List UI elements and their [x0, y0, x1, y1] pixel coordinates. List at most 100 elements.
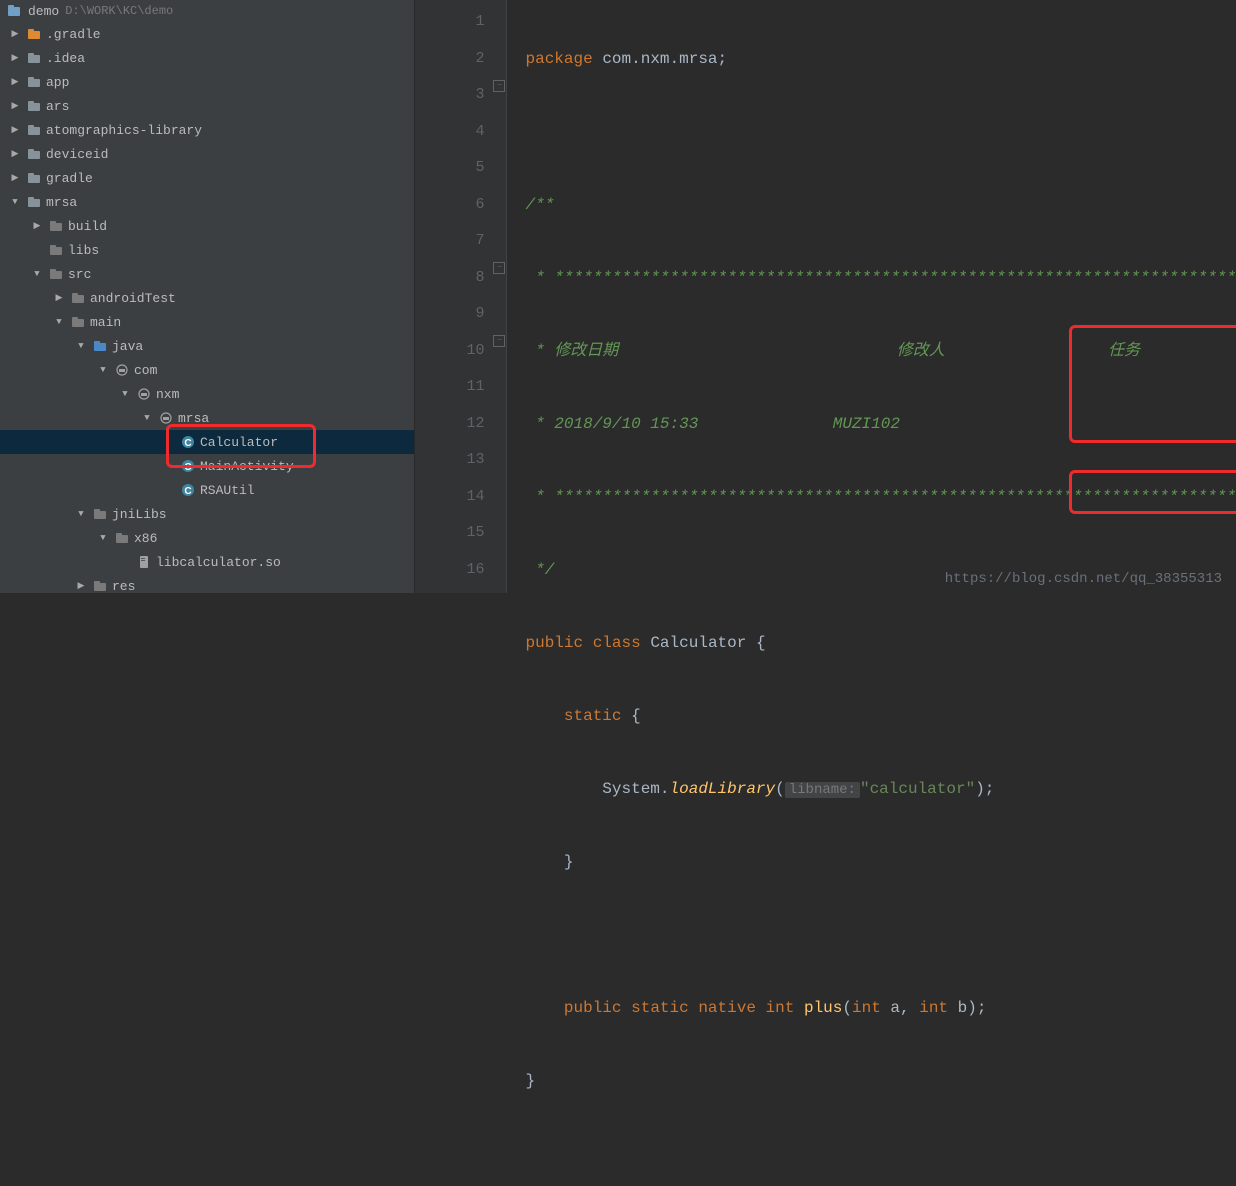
folder-grey-icon: [92, 578, 108, 593]
line-number: 10: [415, 333, 484, 370]
tree-item-label: MainActivity: [200, 459, 294, 474]
folder-icon: [26, 194, 42, 210]
tree-item-label: main: [90, 315, 121, 330]
folder-grey-icon: [92, 506, 108, 522]
line-number: 4: [415, 114, 484, 151]
tree-item-label: androidTest: [90, 291, 176, 306]
tree-item-label: res: [112, 579, 135, 594]
tree-item-label: x86: [134, 531, 157, 546]
chevron-down-icon[interactable]: ▼: [140, 411, 154, 425]
tree-folder-item[interactable]: ▶app: [0, 70, 414, 94]
tree-folder-item[interactable]: ▼ java: [0, 334, 414, 358]
tree-folder-item[interactable]: ▶ androidTest: [0, 286, 414, 310]
tree-item-label: libcalculator.so: [156, 555, 281, 570]
class-icon: C: [180, 434, 196, 450]
spacer: [30, 243, 44, 257]
project-icon: [6, 3, 22, 19]
chevron-down-icon[interactable]: ▼: [8, 195, 22, 209]
tree-item-label: jniLibs: [112, 507, 167, 522]
tree-folder-item[interactable]: ▶ gradle: [0, 166, 414, 190]
tree-folder-item[interactable]: ▶ .gradle: [0, 22, 414, 46]
chevron-down-icon[interactable]: ▼: [52, 315, 66, 329]
tree-folder-item[interactable]: ▼ main: [0, 310, 414, 334]
tree-folder-item[interactable]: libs: [0, 238, 414, 262]
folder-icon: [26, 74, 42, 90]
tree-item-label: RSAUtil: [200, 483, 255, 498]
folder-icon: [26, 170, 42, 186]
package-icon: [114, 362, 130, 378]
line-number: 16: [415, 552, 484, 589]
tree-folder-item[interactable]: ▼ src: [0, 262, 414, 286]
folder-orange-icon: [26, 26, 42, 42]
chevron-down-icon[interactable]: ▼: [30, 267, 44, 281]
chevron-down-icon[interactable]: ▼: [96, 363, 110, 377]
tree-item-label: build: [68, 219, 107, 234]
tree-folder-item[interactable]: ▼ jniLibs: [0, 502, 414, 526]
chevron-right-icon[interactable]: ▶: [30, 219, 44, 233]
tree-class-item[interactable]: C MainActivity: [0, 454, 414, 478]
tree-folder-item[interactable]: ▼nxm: [0, 382, 414, 406]
folder-grey-icon: [114, 530, 130, 546]
tree-item-label: java: [112, 339, 143, 354]
tree-item-label: src: [68, 267, 91, 282]
tree-folder-item[interactable]: ▼mrsa: [0, 190, 414, 214]
line-number: 1: [415, 4, 484, 41]
chevron-right-icon[interactable]: ▶: [8, 123, 22, 137]
chevron-right-icon[interactable]: ▶: [8, 171, 22, 185]
tree-folder-item[interactable]: libcalculator.so: [0, 550, 414, 574]
svg-text:C: C: [184, 486, 191, 497]
tree-class-item[interactable]: C Calculator: [0, 430, 414, 454]
tree-folder-item[interactable]: ▼ com: [0, 358, 414, 382]
spacer: [162, 459, 176, 473]
chevron-right-icon[interactable]: ▶: [8, 147, 22, 161]
tree-item-label: gradle: [46, 171, 93, 186]
tree-item-label: com: [134, 363, 157, 378]
tree-folder-item[interactable]: ▶ atomgraphics-library: [0, 118, 414, 142]
folder-blue-icon: [92, 338, 108, 354]
tree-folder-item[interactable]: ▶ build: [0, 214, 414, 238]
tree-item-label: ars: [46, 99, 69, 114]
chevron-right-icon[interactable]: ▶: [74, 579, 88, 593]
project-name: demo: [28, 4, 59, 19]
chevron-down-icon[interactable]: ▼: [118, 387, 132, 401]
chevron-down-icon[interactable]: ▼: [96, 531, 110, 545]
folder-grey-icon: [48, 242, 64, 258]
tree-folder-item[interactable]: ▶ deviceid: [0, 142, 414, 166]
tree-item-label: atomgraphics-library: [46, 123, 202, 138]
chevron-down-icon[interactable]: ▼: [74, 339, 88, 353]
tree-folder-item[interactable]: ▶.idea: [0, 46, 414, 70]
tree-class-item[interactable]: C RSAUtil: [0, 478, 414, 502]
tree-item-label: mrsa: [178, 411, 209, 426]
line-number: 9: [415, 296, 484, 333]
watermark: https://blog.csdn.net/qq_38355313: [945, 571, 1222, 587]
tree-item-label: libs: [68, 243, 99, 258]
project-tree[interactable]: demo D:\WORK\KC\demo ▶.gradle▶.idea▶app▶…: [0, 0, 415, 593]
code-content[interactable]: package com.nxm.mrsa; /** * ************…: [507, 0, 1236, 593]
folder-icon: [26, 98, 42, 114]
chevron-right-icon[interactable]: ▶: [8, 27, 22, 41]
chevron-down-icon[interactable]: ▼: [74, 507, 88, 521]
folder-icon: [26, 122, 42, 138]
code-editor[interactable]: 12345678910111213141516 − − − package co…: [415, 0, 1236, 593]
line-number: 8: [415, 260, 484, 297]
class-icon: C: [180, 458, 196, 474]
tree-item-label: .gradle: [46, 27, 101, 42]
tree-item-label: Calculator: [200, 435, 278, 450]
tree-folder-item[interactable]: ▼ mrsa: [0, 406, 414, 430]
chevron-right-icon[interactable]: ▶: [8, 75, 22, 89]
svg-text:C: C: [184, 462, 191, 473]
spacer: [162, 483, 176, 497]
line-number: 13: [415, 442, 484, 479]
tree-folder-item[interactable]: ▶ res: [0, 574, 414, 593]
tree-folder-item[interactable]: ▼ x86: [0, 526, 414, 550]
tree-folder-item[interactable]: ▶ ars: [0, 94, 414, 118]
chevron-right-icon[interactable]: ▶: [52, 291, 66, 305]
svg-text:C: C: [184, 438, 191, 449]
folder-grey-icon: [70, 290, 86, 306]
project-root-row[interactable]: demo D:\WORK\KC\demo: [0, 0, 414, 22]
tree-item-label: deviceid: [46, 147, 108, 162]
folder-grey-icon: [48, 266, 64, 282]
chevron-right-icon[interactable]: ▶: [8, 51, 22, 65]
chevron-right-icon[interactable]: ▶: [8, 99, 22, 113]
line-number: 3: [415, 77, 484, 114]
